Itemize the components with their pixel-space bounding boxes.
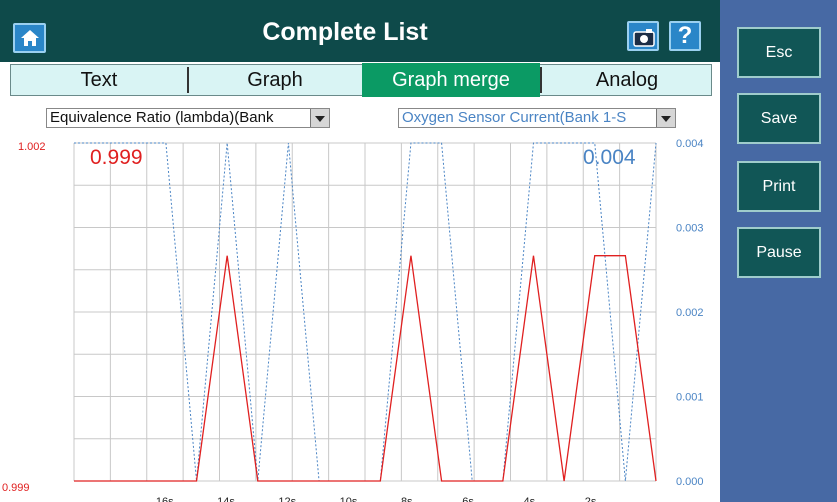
left-axis-min-label: 0.999 — [2, 482, 30, 494]
screenshot-button[interactable] — [627, 21, 659, 51]
x-axis-tick-label: 6s — [462, 496, 474, 502]
tab-graph-merge[interactable]: Graph merge — [362, 63, 540, 97]
left-pid-select-value: Equivalence Ratio (lambda)(Bank — [50, 109, 274, 126]
esc-button[interactable]: Esc — [737, 27, 821, 78]
x-axis-tick-label: 10s — [340, 496, 358, 502]
help-button[interactable]: ? — [669, 21, 701, 51]
right-axis-tick-label: 0.004 — [676, 138, 704, 150]
series1-current-value: 0.999 — [90, 146, 143, 169]
title-bar: Complete List ? — [0, 0, 720, 62]
chart-grid — [73, 142, 657, 482]
right-axis-ticks: 0.004 0.003 0.002 0.001 0.000 — [676, 138, 704, 488]
chevron-down-icon[interactable] — [310, 109, 329, 127]
x-axis-ticks: 16s 14s 12s 10s 8s 6s 4s 2s — [156, 496, 597, 502]
camera-icon — [633, 29, 655, 47]
tab-bar: Text Graph Graph merge Analog — [10, 63, 712, 97]
home-button[interactable] — [13, 23, 46, 53]
right-axis-tick-label: 0.001 — [676, 392, 704, 404]
pause-button[interactable]: Pause — [737, 227, 821, 278]
save-button[interactable]: Save — [737, 93, 821, 144]
series2-current-value: 0.004 — [583, 146, 636, 169]
home-icon — [21, 30, 39, 46]
tab-analog[interactable]: Analog — [542, 65, 712, 95]
right-axis-tick-label: 0.002 — [676, 307, 704, 319]
merged-graph: 1.002 0.999 0.999 0.004 0.0040.0030.0020… — [2, 138, 704, 502]
x-axis-tick-label: 8s — [401, 496, 413, 502]
right-pid-select[interactable]: Oxygen Sensor Current(Bank 1-S — [398, 108, 676, 128]
x-axis-tick-label: 12s — [278, 496, 296, 502]
left-axis-max-label: 1.002 — [18, 141, 46, 153]
tab-text[interactable]: Text — [11, 65, 187, 95]
x-axis-tick-label: 16s — [156, 496, 174, 502]
tab-graph[interactable]: Graph — [189, 65, 361, 95]
x-axis-tick-label: 4s — [523, 496, 535, 502]
chevron-down-icon[interactable] — [656, 109, 675, 127]
right-pid-select-value: Oxygen Sensor Current(Bank 1-S — [402, 109, 627, 126]
sidebar: Esc Save Print Pause — [720, 0, 837, 502]
page-title: Complete List — [262, 18, 428, 46]
left-pid-select[interactable]: Equivalence Ratio (lambda)(Bank — [46, 108, 330, 128]
x-axis-tick-label: 2s — [585, 496, 597, 502]
x-axis-tick-label: 14s — [217, 496, 235, 502]
print-button[interactable]: Print — [737, 161, 821, 212]
right-axis-tick-label: 0.003 — [676, 223, 704, 235]
right-axis-tick-label: 0.000 — [676, 476, 704, 488]
